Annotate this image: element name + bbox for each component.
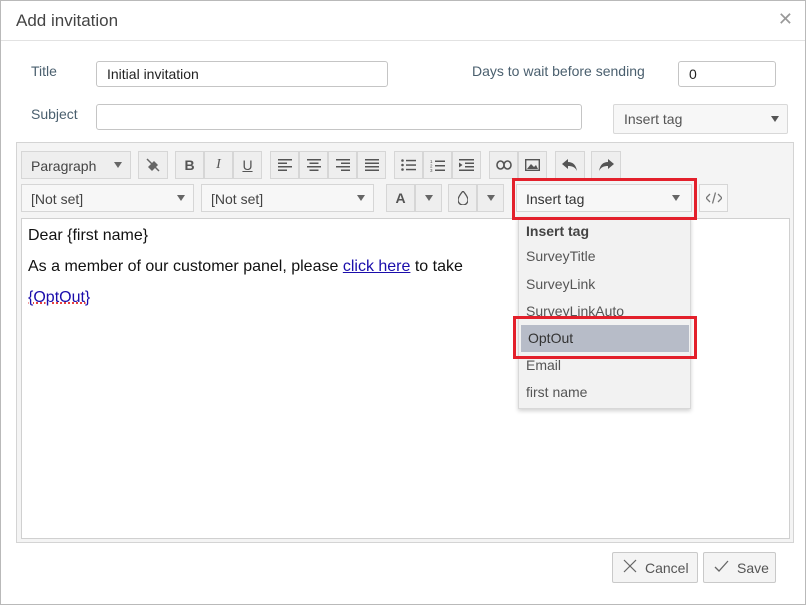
link-icon — [495, 160, 512, 170]
checkmark-icon — [714, 560, 729, 576]
dialog-header: Add invitation ✕ — [1, 1, 805, 41]
underline-icon: U — [242, 157, 253, 173]
click-here-link[interactable]: click here — [343, 258, 411, 275]
subject-label: Subject — [31, 106, 78, 122]
content-line-greeting: Dear {first name} — [28, 227, 149, 244]
source-code-button[interactable] — [699, 184, 728, 212]
content-line-optout: {OptOut} — [28, 289, 90, 307]
paragraph-format-label: Paragraph — [31, 158, 97, 174]
font-color-icon: A — [395, 190, 406, 206]
chevron-down-icon — [771, 116, 779, 122]
undo-icon — [562, 159, 578, 171]
eraser-icon — [145, 157, 161, 173]
redo-button[interactable] — [591, 151, 621, 179]
dropdown-item-email[interactable]: Email — [519, 352, 690, 379]
background-color-icon — [457, 191, 468, 205]
font-size-select[interactable]: [Not set] — [201, 184, 374, 212]
numbered-list-icon: 123 — [430, 159, 445, 172]
indent-button[interactable] — [452, 151, 481, 179]
title-label: Title — [31, 63, 57, 79]
numbered-list-button[interactable]: 123 — [423, 151, 452, 179]
align-center-button[interactable] — [299, 151, 328, 179]
chevron-down-icon — [169, 185, 193, 211]
paragraph-format-select[interactable]: Paragraph — [21, 151, 131, 179]
chevron-down-icon — [486, 195, 495, 201]
insert-image-button[interactable] — [518, 151, 547, 179]
chevron-down-icon — [349, 185, 373, 211]
align-right-icon — [335, 159, 350, 171]
underline-button[interactable]: U — [233, 151, 262, 179]
insert-tag-dropdown-menu: Insert tag SurveyTitle SurveyLink Survey… — [518, 217, 691, 409]
days-wait-label: Days to wait before sending — [472, 63, 645, 79]
dropdown-item-first-name[interactable]: first name — [519, 379, 690, 406]
cancel-button-label: Cancel — [645, 559, 689, 576]
undo-button[interactable] — [555, 151, 585, 179]
editor-insert-tag-select[interactable]: Insert tag — [516, 184, 692, 212]
font-size-label: [Not set] — [211, 191, 264, 207]
italic-icon: I — [216, 157, 221, 172]
bold-button[interactable]: B — [175, 151, 204, 179]
dialog-title: Add invitation — [16, 11, 119, 30]
insert-link-button[interactable] — [489, 151, 518, 179]
subject-insert-tag-select[interactable]: Insert tag — [613, 104, 788, 134]
align-right-button[interactable] — [328, 151, 357, 179]
redo-icon — [598, 159, 614, 171]
background-color-dropdown[interactable] — [477, 184, 504, 212]
dropdown-item-surveytitle[interactable]: SurveyTitle — [519, 243, 690, 270]
days-wait-input[interactable] — [678, 61, 776, 87]
align-left-icon — [277, 159, 292, 171]
chevron-down-icon — [661, 185, 691, 211]
save-button-label: Save — [737, 559, 769, 576]
font-family-select[interactable]: [Not set] — [21, 184, 194, 212]
font-color-dropdown[interactable] — [415, 184, 442, 212]
dropdown-header: Insert tag — [526, 223, 590, 239]
add-invitation-dialog: Add invitation ✕ Title Days to wait befo… — [0, 0, 806, 605]
close-icon[interactable]: ✕ — [778, 9, 793, 30]
svg-text:3: 3 — [430, 168, 433, 172]
bullet-list-button[interactable] — [394, 151, 423, 179]
dropdown-item-surveylink[interactable]: SurveyLink — [519, 271, 690, 298]
cancel-button[interactable]: Cancel — [612, 552, 698, 583]
chevron-down-icon — [106, 152, 130, 178]
content-line-body-suffix: to take — [410, 258, 463, 275]
subject-insert-tag-label: Insert tag — [624, 111, 683, 127]
italic-button[interactable]: I — [204, 151, 233, 179]
chevron-down-icon — [424, 195, 433, 201]
align-left-button[interactable] — [270, 151, 299, 179]
dropdown-item-optout[interactable]: OptOut — [521, 325, 689, 352]
source-code-icon — [705, 192, 722, 204]
save-button[interactable]: Save — [703, 552, 776, 583]
content-line-body-prefix: As a member of our customer panel, pleas… — [28, 258, 343, 275]
align-justify-icon — [364, 159, 379, 171]
bullet-list-icon — [401, 159, 416, 171]
editor-insert-tag-label: Insert tag — [526, 191, 585, 207]
font-family-label: [Not set] — [31, 191, 84, 207]
dropdown-item-surveylinkauto[interactable]: SurveyLinkAuto — [519, 298, 690, 325]
background-color-button[interactable] — [448, 184, 477, 212]
content-line-body: As a member of our customer panel, pleas… — [28, 258, 463, 276]
bold-icon: B — [184, 157, 195, 173]
align-justify-button[interactable] — [357, 151, 386, 179]
indent-icon — [459, 159, 474, 171]
font-color-button[interactable]: A — [386, 184, 415, 212]
clear-formatting-button[interactable] — [138, 151, 168, 179]
close-icon — [623, 559, 637, 576]
align-center-icon — [306, 159, 321, 171]
title-input[interactable] — [96, 61, 388, 87]
optout-link[interactable]: {OptOut} — [28, 289, 90, 306]
image-icon — [525, 159, 540, 171]
subject-input[interactable] — [96, 104, 582, 130]
